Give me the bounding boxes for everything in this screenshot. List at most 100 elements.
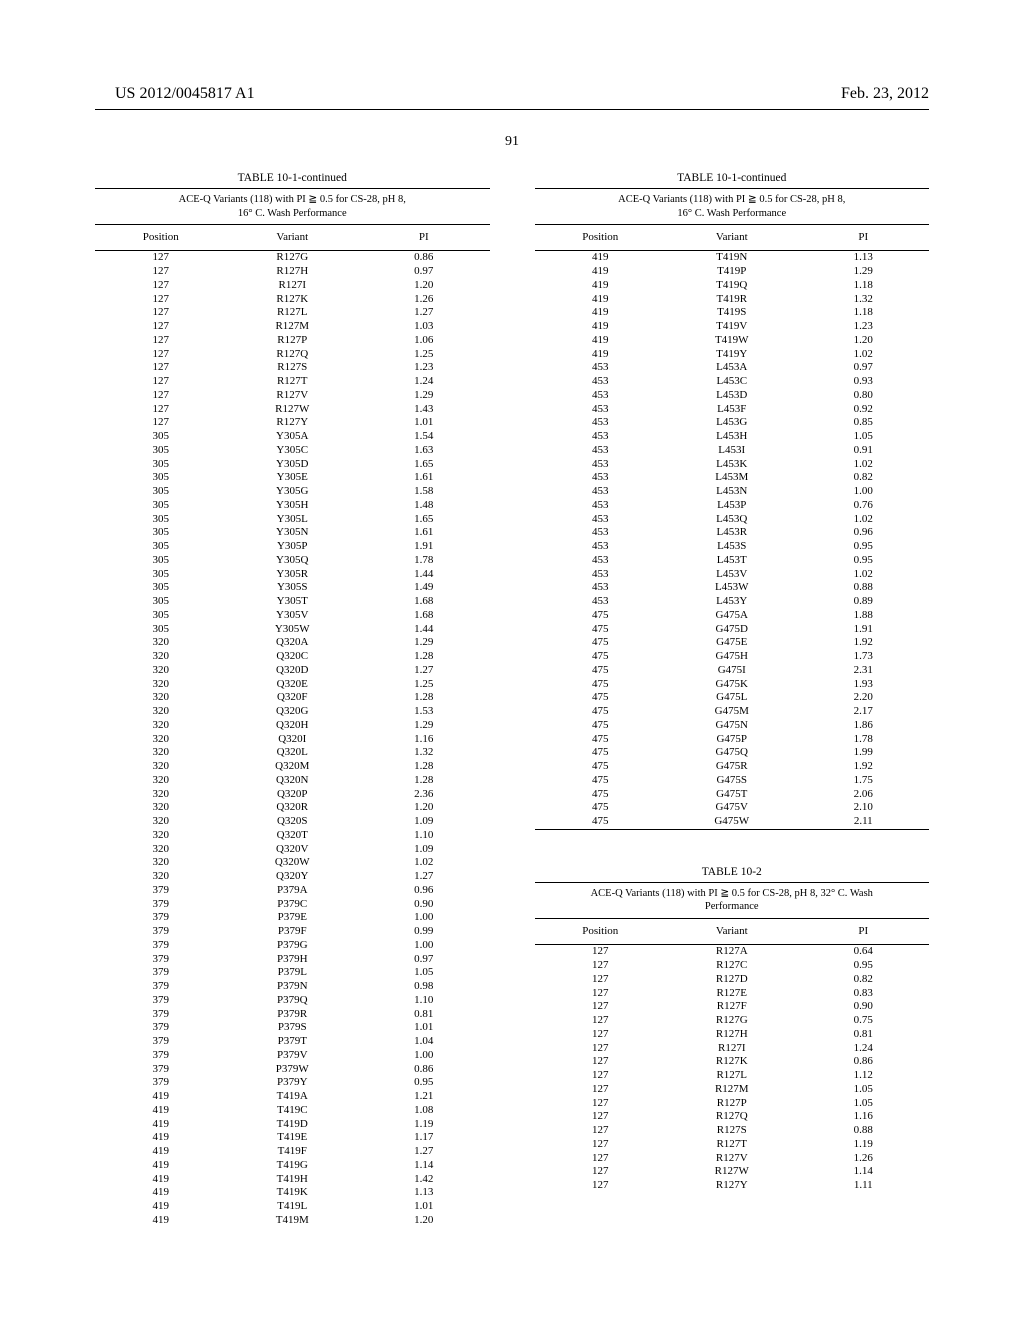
- table-row: 127R127L1.12: [535, 1069, 930, 1083]
- table-cell: 1.02: [798, 513, 930, 527]
- table-row: 320Q320W1.02: [95, 856, 490, 870]
- table-row: 379P379N0.98: [95, 980, 490, 994]
- table-row: 379P379V1.00: [95, 1049, 490, 1063]
- table-row: 453L453A0.97: [535, 361, 930, 375]
- table-row: 453L453G0.85: [535, 416, 930, 430]
- table-row: 127R127Q1.16: [535, 1110, 930, 1124]
- table-row: 419T419N1.13: [535, 251, 930, 265]
- table-cell: 305: [95, 526, 227, 540]
- table-row: 419T419D1.19: [95, 1118, 490, 1132]
- table-row: 305Y305P1.91: [95, 540, 490, 554]
- table-row: 475G475D1.91: [535, 623, 930, 637]
- table-cell: R127M: [666, 1083, 798, 1097]
- table-cell: 320: [95, 774, 227, 788]
- table-cell: 305: [95, 471, 227, 485]
- table-cell: 1.28: [358, 650, 490, 664]
- table-cell: 379: [95, 939, 227, 953]
- table-10-1-left: TABLE 10-1-continued ACE-Q Variants (118…: [95, 168, 490, 1228]
- table-cell: 1.14: [798, 1165, 930, 1179]
- table-cell: T419R: [666, 293, 798, 307]
- table-cell: T419P: [666, 265, 798, 279]
- table-cell: Q320N: [227, 774, 359, 788]
- table-cell: 1.92: [798, 636, 930, 650]
- table-cell: 1.18: [798, 306, 930, 320]
- table-cell: 1.86: [798, 719, 930, 733]
- table-cell: 453: [535, 568, 667, 582]
- table-cell: R127W: [227, 403, 359, 417]
- table-row: 320Q320M1.28: [95, 760, 490, 774]
- table-row: 419T419S1.18: [535, 306, 930, 320]
- table-row: 419T419W1.20: [535, 334, 930, 348]
- table-row: 453L453P0.76: [535, 499, 930, 513]
- table-cell: 1.08: [358, 1104, 490, 1118]
- table-cell: 1.54: [358, 430, 490, 444]
- table-cell: Q320C: [227, 650, 359, 664]
- table-cell: 475: [535, 664, 667, 678]
- table-row: 379P379F0.99: [95, 925, 490, 939]
- table-row: 453L453S0.95: [535, 540, 930, 554]
- table-cell: 0.96: [798, 526, 930, 540]
- table-cell: 127: [535, 1124, 667, 1138]
- table-cell: 1.16: [358, 733, 490, 747]
- table-cell: T419H: [227, 1173, 359, 1187]
- table-cell: 1.11: [798, 1179, 930, 1193]
- table-cell: R127G: [227, 251, 359, 265]
- table-cell: L453N: [666, 485, 798, 499]
- table-cell: 305: [95, 623, 227, 637]
- table-cell: Y305L: [227, 513, 359, 527]
- table-cell: 0.97: [798, 361, 930, 375]
- table-row: 305Y305C1.63: [95, 444, 490, 458]
- table-cell: 1.27: [358, 306, 490, 320]
- table-cell: 0.86: [358, 251, 490, 265]
- table-row: 127R127I1.20: [95, 279, 490, 293]
- table-cell: 1.78: [798, 733, 930, 747]
- table-cell: G475H: [666, 650, 798, 664]
- table-cell: 453: [535, 403, 667, 417]
- table-cell: 2.11: [798, 815, 930, 829]
- table-cell: 453: [535, 485, 667, 499]
- table-row: 419T419C1.08: [95, 1104, 490, 1118]
- table-cell: Y305D: [227, 458, 359, 472]
- table-cell: 1.10: [358, 829, 490, 843]
- table-row: 305Y305N1.61: [95, 526, 490, 540]
- table-cell: 419: [535, 348, 667, 362]
- table-cell: 0.88: [798, 1124, 930, 1138]
- table-cell: 127: [535, 1138, 667, 1152]
- table-cell: L453K: [666, 458, 798, 472]
- table-row: 419T419G1.14: [95, 1159, 490, 1173]
- table-cell: 1.04: [358, 1035, 490, 1049]
- table-cell: G475I: [666, 664, 798, 678]
- table-cell: 379: [95, 1008, 227, 1022]
- table-row: 127R127Q1.25: [95, 348, 490, 362]
- table-cell: 1.01: [358, 416, 490, 430]
- table-row: 379P379G1.00: [95, 939, 490, 953]
- table-cell: 419: [95, 1159, 227, 1173]
- table-row: 379P379S1.01: [95, 1021, 490, 1035]
- table-cell: R127I: [227, 279, 359, 293]
- table-cell: T419E: [227, 1131, 359, 1145]
- table-cell: 1.28: [358, 774, 490, 788]
- col-header: Variant: [666, 918, 798, 945]
- table-cell: 305: [95, 485, 227, 499]
- table-cell: 419: [95, 1118, 227, 1132]
- table-cell: L453W: [666, 581, 798, 595]
- table-cell: L453F: [666, 403, 798, 417]
- table-row: 127R127E0.83: [535, 987, 930, 1001]
- table-cell: 453: [535, 471, 667, 485]
- table-row: 127R127C0.95: [535, 959, 930, 973]
- table-cell: 1.18: [798, 279, 930, 293]
- table-cell: 1.91: [358, 540, 490, 554]
- table-cell: 475: [535, 774, 667, 788]
- table-row: 127R127K1.26: [95, 293, 490, 307]
- table-row: 453L453I0.91: [535, 444, 930, 458]
- table-row: 127R127P1.06: [95, 334, 490, 348]
- col-header: Position: [95, 224, 227, 251]
- table-row: 127R127P1.05: [535, 1097, 930, 1111]
- table-cell: 127: [535, 945, 667, 959]
- table-cell: Q320S: [227, 815, 359, 829]
- table-cell: 475: [535, 788, 667, 802]
- table-title: TABLE 10-2: [535, 862, 930, 883]
- table-cell: 0.83: [798, 987, 930, 1001]
- table-cell: 419: [95, 1186, 227, 1200]
- table-cell: P379N: [227, 980, 359, 994]
